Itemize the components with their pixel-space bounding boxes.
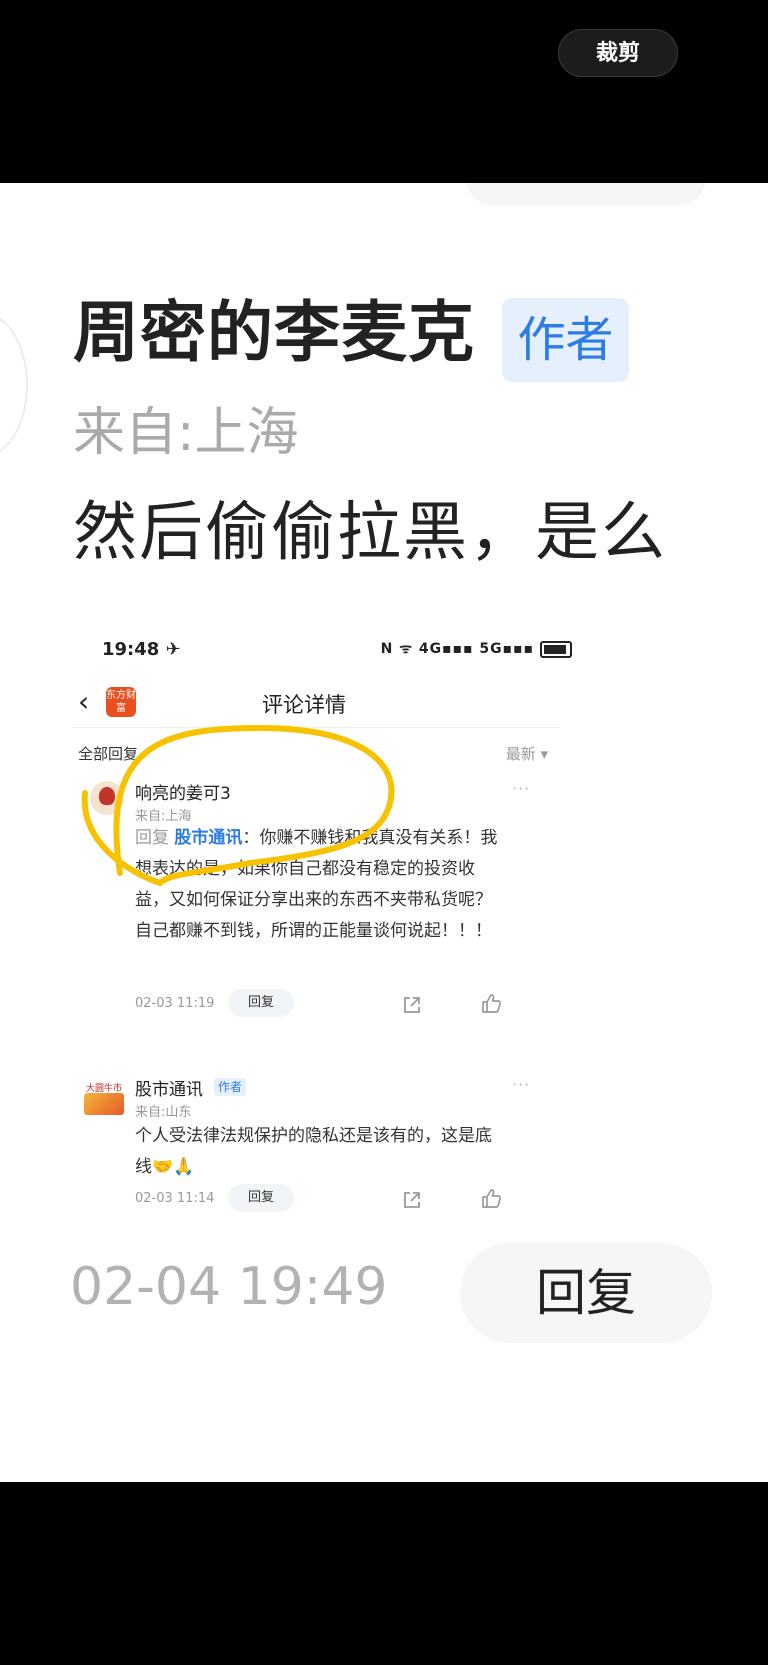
content-area: 周密的李麦克 作者 来自:上海 然后偷偷拉黑，是么 19:48 ✈ N ᯤ 4G…	[0, 183, 768, 1482]
share-icon[interactable]	[402, 995, 422, 1015]
origin-location: 来自:上海	[73, 403, 299, 463]
comment-text: 然后偷偷拉黑，是么	[73, 496, 667, 570]
author-badge: 作者	[502, 298, 629, 382]
comment-time: 02-03 11:19	[135, 996, 215, 1011]
sort-dropdown[interactable]: 最新 ▾	[506, 743, 548, 764]
comment-location: 来自:上海	[135, 809, 192, 824]
comment-body: 回复 股市通讯：你赚不赚钱和我真没有关系！我想表达的是，如果你自己都没有稳定的投…	[135, 823, 505, 947]
mention-link[interactable]: 股市通讯	[174, 828, 242, 848]
more-options-icon[interactable]: ···	[512, 1075, 530, 1094]
status-time: 19:48 ✈	[102, 639, 181, 660]
crop-button[interactable]: 裁剪	[558, 29, 678, 77]
detail-header: ‹ 东方财富 评论详情	[72, 681, 560, 728]
reply-button[interactable]: 回复	[228, 1184, 294, 1212]
avatar-graphic	[84, 1093, 124, 1115]
like-icon[interactable]	[480, 993, 502, 1015]
comment-body: 个人受法律法规保护的隐私还是该有的，这是底线🤝🙏	[135, 1126, 492, 1177]
comment-timestamp: 02-04 19:49	[70, 1257, 388, 1317]
all-replies-label: 全部回复	[78, 745, 139, 763]
comment-username[interactable]: 响亮的姜可3	[135, 779, 231, 804]
comment-location: 来自:山东	[135, 1105, 192, 1120]
bottom-bar	[0, 1482, 768, 1665]
like-icon[interactable]	[480, 1188, 502, 1210]
avatar[interactable]	[90, 781, 124, 815]
top-bar: 裁剪	[0, 0, 768, 183]
back-arrow-icon[interactable]: ‹	[78, 685, 89, 718]
reply-button[interactable]: 回复	[460, 1243, 712, 1343]
reply-button[interactable]: 回复	[228, 989, 294, 1017]
app-logo-icon: 东方财富	[106, 687, 136, 717]
more-options-icon[interactable]: ···	[512, 779, 530, 798]
reply-prefix: 回复	[135, 828, 175, 848]
signal-icons: N ᯤ 4G▪▪▪ 5G▪▪▪	[380, 641, 535, 657]
page-title: 评论详情	[262, 693, 346, 717]
comment-username[interactable]: 股市通讯	[135, 1075, 203, 1100]
status-icons: N ᯤ 4G▪▪▪ 5G▪▪▪	[381, 639, 572, 658]
partial-avatar-edge	[0, 313, 28, 457]
battery-icon	[540, 640, 572, 658]
status-bar: 19:48 ✈ N ᯤ 4G▪▪▪ 5G▪▪▪	[102, 631, 572, 671]
author-name[interactable]: 周密的李麦克	[73, 293, 475, 373]
comment-time: 02-03 11:14	[135, 1191, 215, 1206]
author-badge: 作者	[214, 1078, 247, 1096]
partial-pill-decoration	[466, 183, 706, 205]
avatar[interactable]: 大圆牛市	[84, 1081, 130, 1119]
share-icon[interactable]	[402, 1190, 422, 1210]
